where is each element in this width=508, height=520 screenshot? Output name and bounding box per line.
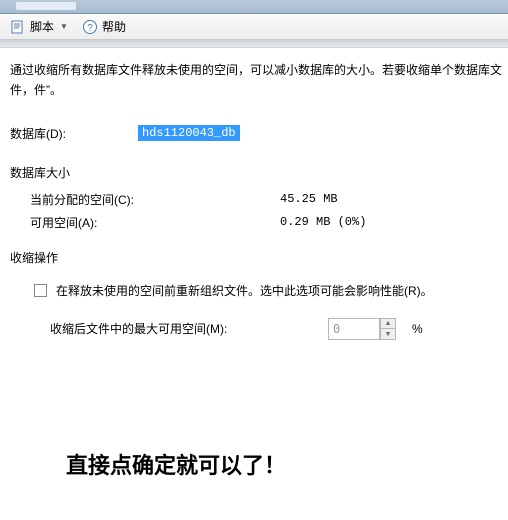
available-space-label: 可用空间(A): [30, 214, 280, 231]
script-icon [10, 19, 26, 35]
size-section-title: 数据库大小 [10, 164, 506, 181]
allocated-space-label: 当前分配的空间(C): [30, 191, 280, 208]
max-space-input[interactable] [328, 318, 380, 340]
help-label: 帮助 [102, 18, 126, 35]
shrink-section-title: 收缩操作 [10, 249, 506, 266]
database-row: 数据库(D): hds1120043_db [10, 125, 506, 142]
help-icon: ? [82, 19, 98, 35]
percent-label: % [412, 322, 423, 336]
reorganize-checkbox[interactable] [34, 284, 47, 297]
max-space-label: 收缩后文件中的最大可用空间(M): [50, 320, 318, 337]
window-titlebar [0, 0, 508, 14]
database-label: 数据库(D): [10, 125, 136, 142]
allocated-space-value: 45.25 MB [280, 192, 338, 206]
max-space-spinner: ▲ ▼ [328, 318, 396, 340]
database-value: hds1120043_db [138, 125, 240, 141]
annotation-note: 直接点确定就可以了！ [66, 448, 506, 480]
spinner-down-button[interactable]: ▼ [380, 328, 396, 340]
svg-text:?: ? [87, 23, 93, 34]
toolbar: 脚本 ▼ ? 帮助 [0, 14, 508, 40]
script-label: 脚本 [30, 18, 54, 35]
description-text: 通过收缩所有数据库文件释放未使用的空间，可以减小数据库的大小。若要收缩单个数据库… [10, 60, 506, 101]
script-button[interactable]: 脚本 ▼ [4, 17, 74, 37]
database-combobox[interactable]: hds1120043_db [136, 125, 506, 141]
spinner-up-button[interactable]: ▲ [380, 318, 396, 329]
content-area: 通过收缩所有数据库文件释放未使用的空间，可以减小数据库的大小。若要收缩单个数据库… [0, 48, 508, 488]
reorganize-checkbox-label: 在释放未使用的空间前重新组织文件。选中此选项可能会影响性能(R)。 [56, 282, 433, 299]
help-button[interactable]: ? 帮助 [76, 17, 132, 37]
dropdown-arrow-icon: ▼ [60, 22, 68, 31]
available-space-value: 0.29 MB (0%) [280, 215, 366, 229]
header-divider [0, 40, 508, 48]
